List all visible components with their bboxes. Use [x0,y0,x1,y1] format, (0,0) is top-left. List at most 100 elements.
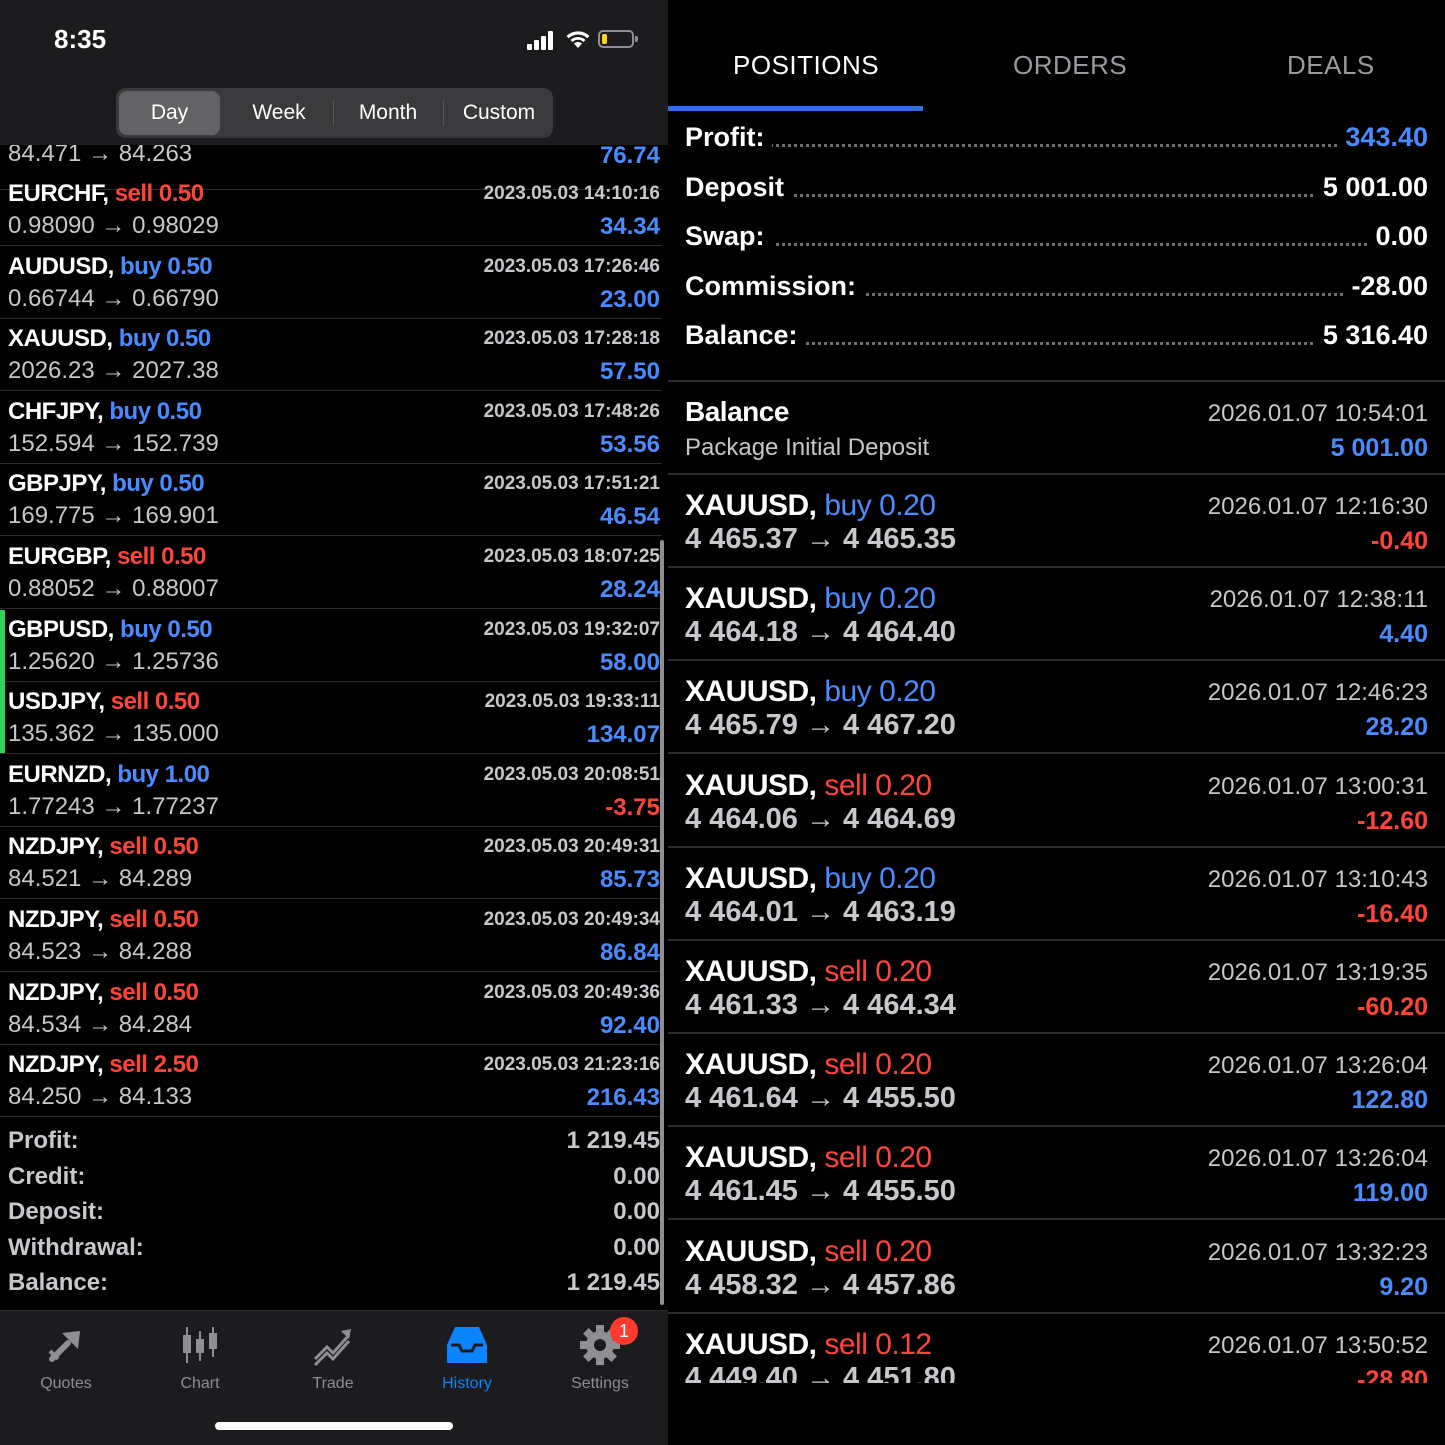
deal-prices: 84.523 → 84.288 [8,938,193,965]
list-item[interactable]: XAUUSD, buy 0.20 4 464.18 → 4 464.40 2026.… [668,568,1445,662]
list-item[interactable]: XAUUSD, sell 0.20 4 458.32 → 4 457.86 2026… [668,1221,1445,1314]
wifi-icon [566,31,590,48]
deal-time: 2026.01.07 12:38:11 [1209,586,1428,614]
list-item[interactable]: NZDJPY, sell 0.50 84.521 → 84.289 2023.05.… [0,827,662,900]
tab-chart[interactable]: Chart [150,1323,250,1393]
deal-symbol: AUDUSD, buy 0.50 [8,252,213,281]
tab-history[interactable]: History [417,1323,517,1393]
deal-time: 2023.05.03 17:28:18 [483,328,660,350]
deal-side-volume: buy 1.00 [117,760,210,788]
symbol-name: XAUUSD, [685,489,817,522]
deal-prices: 4 461.64 → 4 455.50 [685,1082,956,1115]
list-item[interactable]: EURCHF, sell 0.50 0.98090 → 0.98029 2023.0… [0,174,662,246]
list-item[interactable]: XAUUSD, sell 0.20 4 461.33 → 4 464.34 2026… [668,941,1445,1034]
period-day-button[interactable]: Day [119,91,220,135]
deal-prices: 0.88052 → 0.88007 [8,575,219,602]
summary-row: Credit: 0.00 [8,1163,660,1199]
deal-symbol: EURCHF, sell 0.50 [8,180,204,208]
deal-prices: 1.77243 → 1.77237 [8,792,219,820]
list-item[interactable]: XAUUSD, buy 0.50 2026.23 → 2027.38 2023.05… [0,319,662,392]
deal-symbol: XAUUSD, sell 0.20 [685,1048,932,1082]
period-week-button[interactable]: Week [229,91,329,135]
list-item[interactable]: NZDJPY, sell 0.50 84.534 → 84.284 2023.05.… [0,973,662,1045]
tab-positions[interactable]: POSITIONS [733,50,879,81]
symbol-name: CHFJPY, [8,397,104,425]
tab-deals[interactable]: DEALS [1287,50,1375,81]
list-item[interactable]: AUDUSD, buy 0.50 0.66744 → 0.66790 2023.05… [0,247,662,319]
summary-value: -28.00 [1343,270,1428,302]
deal-symbol: USDJPY, sell 0.50 [8,688,200,716]
summary-value: 0.00 [613,1198,660,1225]
period-selector[interactable]: Day Week Month Custom [116,88,553,138]
list-item[interactable]: EURNZD, buy 1.00 1.77243 → 1.77237 2023.05… [0,755,662,827]
deal-side-volume: sell 0.20 [824,955,932,988]
deal-symbol: XAUUSD, sell 0.20 [685,1235,932,1269]
deal-profit: -16.40 [1357,899,1428,928]
deal-prices: 4 464.06 → 4 464.69 [685,802,956,835]
deal-side-volume: buy 0.50 [120,615,213,643]
deal-prices: 2026.23 → 2027.38 [8,357,219,385]
deal-profit: -60.20 [1357,993,1428,1021]
period-month-button[interactable]: Month [338,91,438,135]
left-screen: 84.471 → 84.263 76.74 EURCHF, sell 0.50 0… [0,0,668,1445]
notification-badge: 1 [610,1317,638,1345]
deal-symbol: NZDJPY, sell 0.50 [8,906,199,934]
summary-value: 5 316.40 [1314,320,1428,351]
list-item[interactable]: EURGBP, sell 0.50 0.88052 → 0.88007 2023.0… [0,537,662,609]
symbol-name: AUDUSD, [8,252,114,280]
deal-time: 2026.01.07 13:00:31 [1207,772,1428,800]
deal-time: 2023.05.03 19:32:07 [483,618,660,640]
deal-time: 2026.01.07 13:19:35 [1207,959,1428,986]
symbol-name: GBPUSD, [8,615,114,643]
list-item[interactable]: GBPJPY, buy 0.50 169.775 → 169.901 2023.05… [0,464,662,537]
deal-time: 2023.05.03 17:26:46 [483,255,660,277]
symbol-name: XAUUSD, [685,768,817,802]
balance-operation-row[interactable]: Balance Package Initial Deposit 2026.01.… [668,382,1445,475]
deal-symbol: XAUUSD, sell 0.12 [685,1328,932,1362]
summary-value: 1 219.45 [566,1269,660,1296]
tab-label: Chart [180,1375,220,1392]
tab-settings[interactable]: Settings 1 [550,1317,650,1393]
tab-trade[interactable]: Trade [283,1323,383,1393]
summary-row: Profit: 343.40 [685,122,1428,162]
period-custom-button[interactable]: Custom [448,91,550,135]
segment-divider [443,100,444,126]
deal-side-volume: sell 0.20 [824,1141,932,1175]
status-bar: 8:35 Day Week Month Custom [0,0,668,145]
symbol-name: XAUUSD, [685,955,817,988]
chart-icon [183,1327,217,1363]
list-item[interactable]: XAUUSD, sell 0.20 4 461.45 → 4 455.50 2026… [668,1127,1445,1221]
deal-time: 2023.05.03 19:33:11 [484,691,660,713]
deal-profit: 86.84 [599,939,660,966]
deal-side-volume: buy 0.20 [824,675,936,709]
dot-leader [685,144,1428,147]
list-item[interactable]: CHFJPY, buy 0.50 152.594 → 152.739 2023.05… [0,392,662,464]
deal-time: 2023.05.03 18:07:25 [483,546,660,567]
list-item[interactable]: XAUUSD, sell 0.20 4 461.64 → 4 455.50 2026… [668,1034,1445,1128]
home-indicator[interactable] [215,1422,453,1430]
symbol-name: XAUUSD, [685,1327,817,1361]
list-item[interactable]: NZDJPY, sell 0.50 84.523 → 84.288 2023.05.… [0,900,662,972]
list-item[interactable]: XAUUSD, sell 0.20 4 464.06 → 4 464.69 2026… [668,755,1445,848]
list-item[interactable]: XAUUSD, buy 0.20 4 464.01 → 4 463.19 2026.… [668,848,1445,941]
list-item[interactable]: XAUUSD, buy 0.20 4 465.37 → 4 465.35 2026.… [668,475,1445,568]
list-item[interactable]: NZDJPY, sell 2.50 84.250 → 84.133 2023.05.… [0,1045,662,1118]
deal-time: 2023.05.03 14:10:16 [483,183,660,204]
deal-symbol: CHFJPY, buy 0.50 [8,397,202,426]
deal-symbol: XAUUSD, sell 0.20 [685,955,932,989]
deal-profit: 34.34 [599,213,660,240]
list-item[interactable]: XAUUSD, buy 0.20 4 465.79 → 4 467.20 2026.… [668,661,1445,755]
scrollbar[interactable] [660,540,664,1305]
history-tabs: POSITIONS ORDERS DEALS [668,0,1445,112]
list-item[interactable]: GBPUSD, buy 0.50 1.25620 → 1.25736 2023.05… [0,610,662,682]
tab-quotes[interactable]: Quotes [16,1323,116,1393]
tab-orders[interactable]: ORDERS [1013,50,1127,81]
deal-symbol: NZDJPY, sell 0.50 [8,979,199,1007]
cellular-signal-icon [527,30,557,50]
deal-profit: -3.75 [605,793,660,821]
deal-time: 2026.01.07 12:46:23 [1207,679,1428,707]
list-item[interactable]: USDJPY, sell 0.50 135.362 → 135.000 2023.0… [0,682,662,755]
deal-profit: 28.24 [599,576,660,603]
deal-symbol: NZDJPY, sell 2.50 [8,1051,199,1079]
summary-value: 1 219.45 [566,1127,660,1154]
